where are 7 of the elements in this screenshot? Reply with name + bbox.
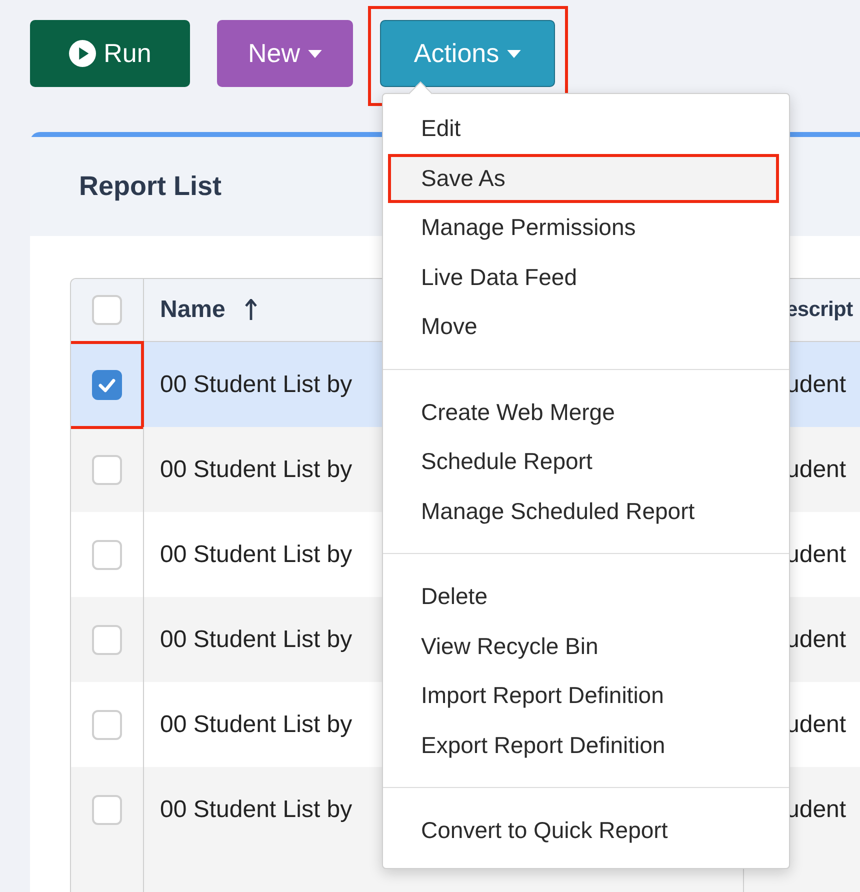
table-cell: 00 Student List by <box>160 370 352 398</box>
panel-title: Report List <box>79 171 222 202</box>
table-cell: 00 Student List by <box>160 456 352 484</box>
table-cell: 00 Student List by <box>160 710 352 738</box>
table-cell: 00 Student List by <box>160 540 352 568</box>
table-cell: 00 Student List by <box>160 626 352 654</box>
table-cell: 00 Student List by <box>160 796 352 824</box>
